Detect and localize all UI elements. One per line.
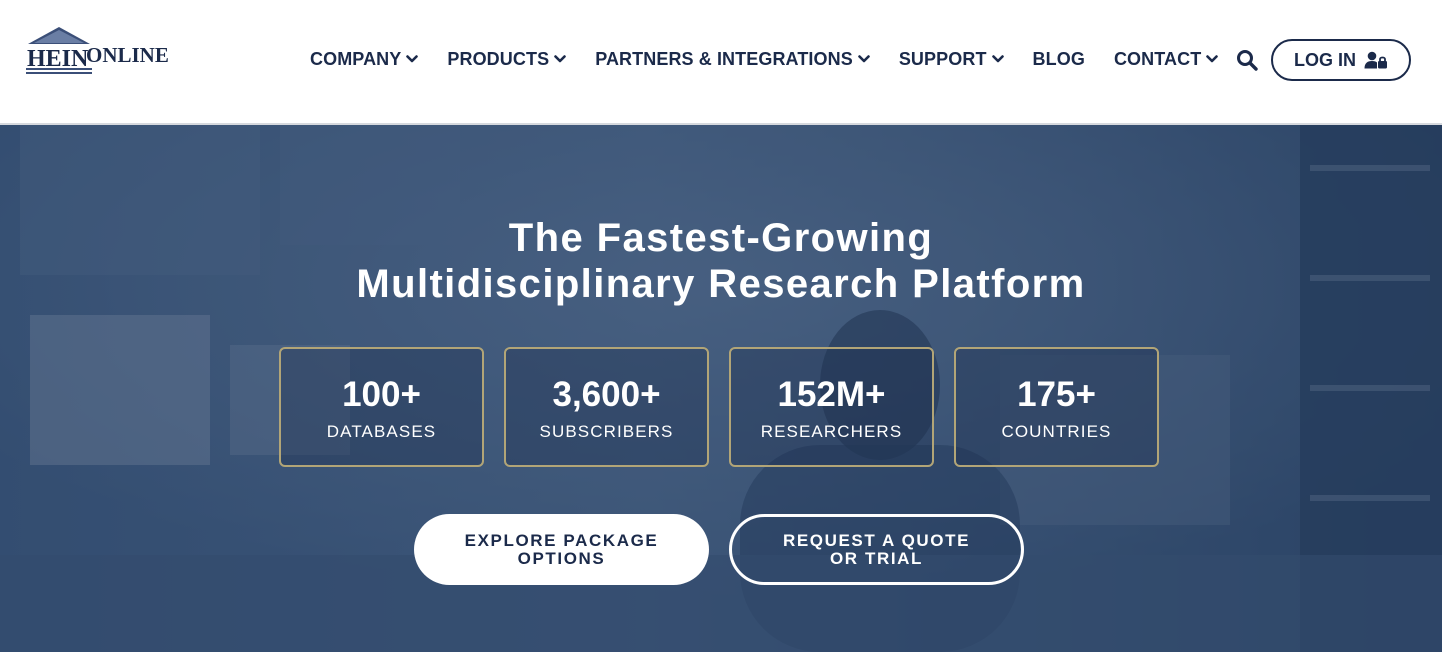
site-header: HEIN ONLINE COMPANY PRODUCTS PARTNERS & … (0, 0, 1442, 125)
hero-section: The Fastest-Growing Multidisciplinary Re… (0, 125, 1442, 652)
login-button[interactable]: LOG IN (1271, 39, 1411, 81)
hero-title-line-2: Multidisciplinary Research Platform (356, 262, 1086, 306)
nav-item-blog[interactable]: BLOG (1033, 46, 1085, 72)
stat-label: DATABASES (326, 422, 437, 441)
stats-row: 100+ DATABASES 3,600+ SUBSCRIBERS 152M+ … (279, 347, 1159, 467)
stat-card-databases: 100+ DATABASES (279, 347, 484, 467)
stat-label: COUNTRIES (1001, 422, 1112, 441)
stat-value: 175+ (1017, 375, 1096, 414)
stat-label: SUBSCRIBERS (539, 422, 674, 441)
explore-package-options-button[interactable]: EXPLORE PACKAGE OPTIONS (414, 514, 709, 585)
hero-title-line-1: The Fastest-Growing (508, 216, 934, 260)
hero-title: The Fastest-Growing Multidisciplinary Re… (0, 215, 1442, 307)
button-label: REQUEST A QUOTE OR TRIAL (782, 530, 971, 568)
nav-item-company[interactable]: COMPANY (310, 46, 419, 72)
logo-text-hein: HEIN (27, 46, 89, 72)
nav-item-label: SUPPORT (898, 48, 987, 69)
search-icon[interactable] (1236, 49, 1258, 71)
button-label: EXPLORE PACKAGE OPTIONS (464, 530, 659, 568)
stat-value: 3,600+ (552, 375, 661, 414)
nav-item-products[interactable]: PRODUCTS (447, 46, 566, 72)
stat-label: RESEARCHERS (760, 422, 903, 441)
nav-item-label: CONTACT (1113, 48, 1202, 69)
main-nav: COMPANY PRODUCTS PARTNERS & INTEGRATIONS… (310, 46, 1219, 72)
chevron-down-icon (991, 55, 1004, 63)
login-label: LOG IN (1294, 49, 1356, 70)
nav-item-support[interactable]: SUPPORT (899, 46, 1004, 72)
request-quote-trial-button[interactable]: REQUEST A QUOTE OR TRIAL (729, 514, 1024, 585)
heinonline-logo[interactable]: HEIN ONLINE (24, 24, 174, 76)
nav-item-contact[interactable]: CONTACT (1113, 46, 1219, 72)
stat-card-countries: 175+ COUNTRIES (954, 347, 1159, 467)
nav-item-label: PARTNERS & INTEGRATIONS (595, 48, 853, 69)
chevron-down-icon (406, 55, 419, 63)
stat-card-subscribers: 3,600+ SUBSCRIBERS (504, 347, 709, 467)
chevron-down-icon (1206, 55, 1219, 63)
chevron-down-icon (554, 55, 566, 63)
nav-item-label: COMPANY (310, 48, 402, 69)
user-lock-icon (1364, 51, 1387, 69)
nav-item-label: PRODUCTS (447, 48, 550, 69)
nav-item-label: BLOG (1032, 48, 1085, 69)
stat-value: 100+ (342, 375, 421, 414)
logo-text-online: ONLINE (86, 43, 169, 67)
nav-item-partners-integrations[interactable]: PARTNERS & INTEGRATIONS (595, 46, 870, 72)
stat-card-researchers: 152M+ RESEARCHERS (729, 347, 934, 467)
chevron-down-icon (858, 55, 870, 63)
stat-value: 152M+ (777, 375, 886, 414)
